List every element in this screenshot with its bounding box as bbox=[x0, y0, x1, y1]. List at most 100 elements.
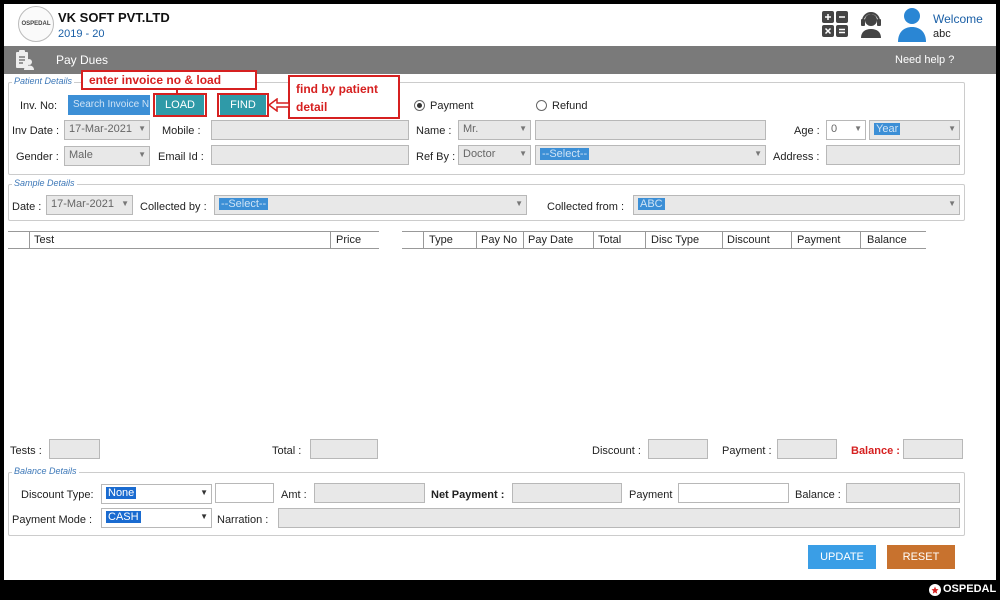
name-label: Name : bbox=[416, 125, 452, 137]
email-label: Email Id : bbox=[158, 151, 204, 163]
inv-no-label: Inv. No: bbox=[20, 100, 58, 112]
chevron-down-icon: ▼ bbox=[948, 124, 956, 133]
column-separator bbox=[476, 232, 477, 248]
patient-details-legend: Patient Details bbox=[12, 76, 75, 86]
update-button[interactable]: UPDATE bbox=[808, 545, 876, 569]
sample-date-label: Date : bbox=[12, 201, 42, 213]
collected-by-select[interactable]: --Select-- ▼ bbox=[214, 195, 527, 215]
age-select[interactable]: 0 ▼ bbox=[826, 120, 866, 140]
financial-year: 2019 - 20 bbox=[58, 28, 105, 40]
payment-radio-dot bbox=[417, 103, 422, 108]
column-header-discount: Discount bbox=[727, 234, 770, 246]
age-label: Age : bbox=[794, 125, 820, 137]
mobile-field[interactable] bbox=[211, 120, 409, 140]
company-logo: OSPEDAL bbox=[18, 6, 54, 42]
load-button[interactable]: LOAD bbox=[156, 95, 204, 115]
refby-select-value: --Select-- bbox=[540, 148, 590, 160]
payment-table-body[interactable] bbox=[402, 250, 926, 430]
sample-date-value: 17-Mar-2021 bbox=[51, 198, 114, 210]
sample-date-picker[interactable]: 17-Mar-2021 ▼ bbox=[46, 195, 133, 215]
age-unit-select[interactable]: Year ▼ bbox=[869, 120, 960, 140]
chevron-down-icon: ▼ bbox=[138, 150, 146, 159]
company-name: VK SOFT PVT.LTD bbox=[58, 10, 170, 25]
age-unit-value: Year bbox=[874, 123, 901, 135]
column-separator bbox=[645, 232, 646, 248]
discount-value-field[interactable] bbox=[215, 483, 274, 503]
inv-date-value: 17-Mar-2021 bbox=[69, 123, 132, 135]
inv-date-picker[interactable]: 17-Mar-2021 ▼ bbox=[64, 120, 150, 140]
payment-total-label: Payment : bbox=[722, 445, 772, 457]
amt-field bbox=[314, 483, 425, 503]
payment-amount-field[interactable] bbox=[678, 483, 789, 503]
inv-date-label: Inv Date : bbox=[12, 125, 60, 137]
chevron-down-icon: ▼ bbox=[854, 124, 862, 133]
email-field[interactable] bbox=[211, 145, 409, 165]
mobile-label: Mobile : bbox=[162, 125, 201, 137]
arrow-left-icon bbox=[267, 97, 290, 113]
name-prefix-value: Mr. bbox=[463, 123, 479, 135]
payment-table-header: Type Pay No Pay Date Total Disc Type Dis… bbox=[402, 231, 926, 249]
net-payment-field bbox=[512, 483, 622, 503]
chevron-down-icon: ▼ bbox=[948, 199, 956, 208]
calculator-icon[interactable] bbox=[822, 11, 848, 37]
refund-radio-label: Refund bbox=[552, 100, 588, 112]
payment-total-field bbox=[777, 439, 837, 459]
refby-label: Ref By : bbox=[416, 151, 456, 163]
chevron-down-icon: ▼ bbox=[754, 149, 762, 158]
balance-label: Balance : bbox=[795, 489, 841, 501]
chevron-down-icon: ▼ bbox=[200, 512, 208, 521]
net-payment-label: Net Payment : bbox=[431, 489, 505, 501]
discount-total-field bbox=[648, 439, 708, 459]
address-field[interactable] bbox=[826, 145, 960, 165]
payment-radio[interactable] bbox=[414, 100, 425, 111]
sample-details-legend: Sample Details bbox=[12, 178, 77, 188]
payment-mode-select[interactable]: CASH ▼ bbox=[101, 508, 212, 528]
refby-type-select[interactable]: Doctor ▼ bbox=[458, 145, 531, 165]
test-table-header: Test Price bbox=[8, 231, 379, 249]
column-header-price: Price bbox=[336, 234, 362, 246]
footer-logo-icon bbox=[928, 583, 942, 597]
balance-field bbox=[846, 483, 960, 503]
help-link[interactable]: Need help ? bbox=[895, 54, 954, 66]
payment-mode-value: CASH bbox=[106, 511, 141, 523]
page-title: Pay Dues bbox=[56, 53, 109, 67]
invoice-search-input[interactable]: Search Invoice No bbox=[68, 95, 150, 115]
user-name: abc bbox=[933, 28, 951, 40]
annotation-connector bbox=[176, 90, 178, 94]
tests-count-field bbox=[49, 439, 100, 459]
total-label: Total : bbox=[272, 445, 302, 457]
discount-type-value: None bbox=[106, 487, 137, 499]
invoice-search-placeholder: Search Invoice No bbox=[73, 99, 150, 110]
narration-label: Narration : bbox=[217, 514, 269, 526]
user-avatar-icon[interactable] bbox=[896, 6, 928, 42]
tests-count-label: Tests : bbox=[10, 445, 42, 457]
collected-by-value: --Select-- bbox=[219, 198, 269, 210]
discount-type-label: Discount Type: bbox=[21, 489, 94, 501]
test-table-body[interactable] bbox=[8, 250, 379, 430]
narration-field[interactable] bbox=[278, 508, 960, 528]
find-annotation: find by patient detail bbox=[288, 75, 400, 119]
discount-type-select[interactable]: None ▼ bbox=[101, 484, 212, 504]
column-separator bbox=[593, 232, 594, 248]
column-header-test: Test bbox=[34, 234, 55, 246]
refby-doctor-select[interactable]: --Select-- ▼ bbox=[535, 145, 766, 165]
name-prefix-select[interactable]: Mr. ▼ bbox=[458, 120, 531, 140]
chevron-down-icon: ▼ bbox=[200, 488, 208, 497]
collected-from-label: Collected from : bbox=[547, 201, 625, 213]
name-field[interactable] bbox=[535, 120, 766, 140]
gender-select[interactable]: Male ▼ bbox=[64, 146, 150, 166]
reset-button[interactable]: RESET bbox=[887, 545, 955, 569]
gender-value: Male bbox=[69, 149, 93, 161]
column-separator bbox=[423, 232, 424, 248]
collected-by-label: Collected by : bbox=[140, 201, 207, 213]
chevron-down-icon: ▼ bbox=[515, 199, 523, 208]
find-button[interactable]: FIND bbox=[220, 95, 266, 115]
collected-from-select[interactable]: ABC ▼ bbox=[633, 195, 960, 215]
footer-brand: OSPEDAL bbox=[943, 583, 997, 595]
support-headset-icon[interactable] bbox=[858, 10, 884, 38]
discount-total-label: Discount : bbox=[592, 445, 641, 457]
refund-radio[interactable] bbox=[536, 100, 547, 111]
amt-label: Amt : bbox=[281, 489, 307, 501]
balance-details-legend: Balance Details bbox=[12, 466, 79, 476]
chevron-down-icon: ▼ bbox=[138, 124, 146, 133]
